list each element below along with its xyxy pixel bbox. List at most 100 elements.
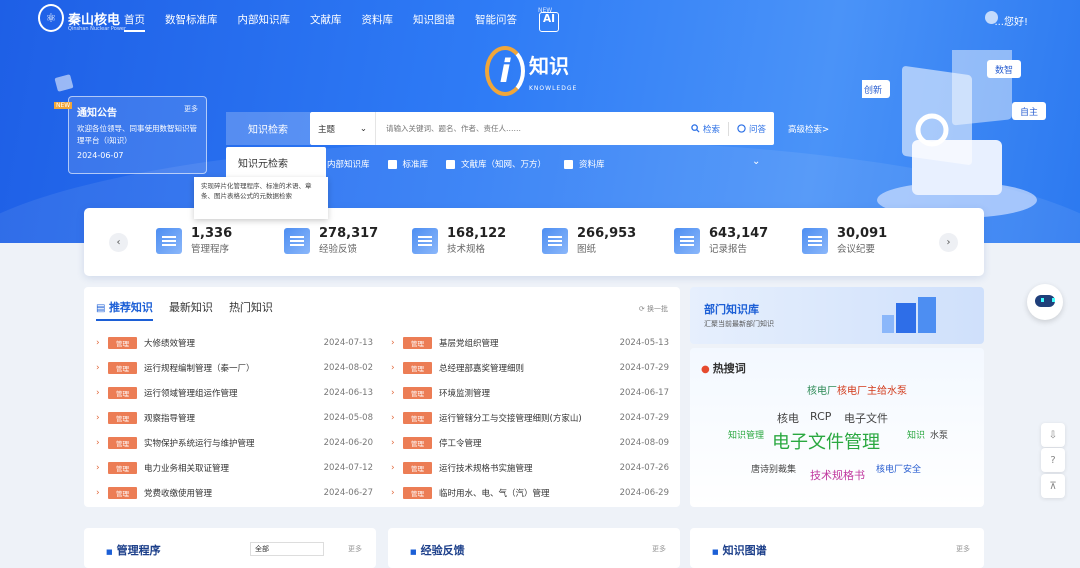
advanced-search-link[interactable]: 高级检索> [788, 123, 829, 135]
nav-standards[interactable]: 数智标准库 [165, 12, 218, 32]
illus-label-2: 创新 [864, 84, 882, 96]
filter-literature[interactable]: 文献库（知网、万方） [446, 158, 546, 170]
procedure-panel: 管理程序 全部 更多 [84, 528, 376, 568]
search-button-label: 检索 [702, 124, 720, 135]
dept-title: 部门知识库 [704, 303, 759, 316]
stat-item[interactable]: 30,091 会议纪要 [802, 226, 887, 255]
brand-logo[interactable]: ⚛ 秦山核电 Qinshan Nuclear Power [38, 4, 126, 32]
filter-materials[interactable]: 资料库 [564, 158, 605, 170]
nav-literature[interactable]: 文献库 [310, 12, 342, 32]
nav-home[interactable]: 首页 [124, 12, 145, 32]
knowledge-item[interactable]: › 管理 大修绩效管理 2024-07-13 [96, 330, 373, 355]
hot-word[interactable]: 知识管理 [728, 428, 764, 441]
stat-label: 管理程序 [191, 244, 230, 255]
stat-label: 会议纪要 [837, 244, 876, 255]
ask-button[interactable]: 问答 [729, 123, 774, 135]
refresh-button[interactable]: ⟳ 换一批 [639, 304, 668, 314]
knowledge-item[interactable]: › 管理 临时用水、电、气（汽）管理 2024-06-29 [391, 480, 669, 505]
spec-icon [412, 227, 438, 254]
nav-internal[interactable]: 内部知识库 [238, 12, 291, 32]
hot-word[interactable]: 唐诗别裁集 [751, 462, 796, 475]
stat-item[interactable]: 278,317 经验反馈 [284, 226, 378, 255]
refresh-icon: ⟳ [638, 305, 647, 313]
tab-popular[interactable]: 热门知识 [229, 299, 273, 321]
search-button[interactable]: 检索 [683, 123, 728, 135]
knowledge-title: 运行规程编制管理（秦一厂） [144, 363, 255, 374]
knowledge-item[interactable]: › 管理 环境监测管理 2024-06-17 [391, 380, 669, 405]
nav-materials[interactable]: 资料库 [362, 12, 394, 32]
category-tag: 管理 [403, 436, 432, 449]
knowledge-item[interactable]: › 管理 电力业务相关取证管理 2024-07-12 [96, 455, 373, 480]
chevron-right-icon[interactable]: › [939, 233, 958, 252]
knowledge-item[interactable]: › 管理 实物保护系统运行与维护管理 2024-06-20 [96, 430, 373, 455]
stat-item[interactable]: 643,147 记录报告 [674, 226, 768, 255]
hot-word[interactable]: 核电厂核电厂主给水泵 [807, 382, 907, 397]
dept-knowledge-card[interactable]: 部门知识库 汇聚当前最新部门知识 [690, 287, 984, 344]
stat-label: 技术规格 [447, 244, 486, 255]
chart-icon [284, 227, 310, 254]
illus-label-3: 自主 [1020, 106, 1038, 118]
hot-search-panel: 热搜词 核电厂核电厂主给水泵 核电 RCP 电子文件 知识管理 电子文件管理 知… [690, 348, 984, 507]
stat-value: 266,953 [577, 226, 637, 241]
search-type-value: 主题 [318, 124, 336, 135]
hot-word[interactable]: 核电厂安全 [876, 462, 921, 475]
tab-element-search[interactable]: 知识元检索 [226, 147, 326, 177]
knowledge-date: 2024-07-29 [619, 362, 669, 373]
knowledge-item[interactable]: › 管理 运行技术规格书实施管理 2024-07-26 [391, 455, 669, 480]
search-type-select[interactable]: 主题 ⌄ [310, 112, 376, 145]
help-icon[interactable]: ? [1041, 448, 1065, 472]
knowledge-item[interactable]: › 管理 运行管辖分工与交接管理细则(方家山) 2024-07-29 [391, 405, 669, 430]
filter-standards[interactable]: 标准库 [387, 158, 428, 170]
back-to-top-icon[interactable]: ⊼ [1041, 474, 1065, 498]
search-input[interactable] [376, 124, 683, 133]
nav-graph[interactable]: 知识图谱 [413, 12, 455, 32]
notice-card[interactable]: 通知公告 更多 欢迎各位领导、同事使用数智知识管理平台（i知识） 2024-06-… [68, 96, 207, 174]
search-bar: 主题 ⌄ 检索 问答 [310, 112, 774, 145]
logo-text: 秦山核电 [68, 12, 121, 28]
knowledge-item[interactable]: › 管理 停工令管理 2024-08-09 [391, 430, 669, 455]
knowledge-item[interactable]: › 管理 运行规程编制管理（秦一厂） 2024-08-02 [96, 355, 373, 380]
notice-more-link[interactable]: 更多 [184, 104, 198, 119]
chevron-right-icon: › [391, 337, 395, 348]
knowledge-date: 2024-07-26 [619, 462, 669, 473]
graph-more-link[interactable]: 更多 [956, 544, 970, 554]
hot-word[interactable]: 核电 [777, 410, 799, 426]
knowledge-date: 2024-06-17 [619, 387, 669, 398]
procedure-more-link[interactable]: 更多 [348, 544, 362, 554]
hot-word[interactable]: 技术规格书 [810, 467, 865, 483]
chevron-right-icon: › [96, 412, 100, 423]
chevron-right-icon: › [96, 387, 100, 398]
hot-word[interactable]: 知识 [907, 428, 925, 441]
expand-filters-icon[interactable]: ⌄ [752, 156, 760, 167]
hot-word[interactable]: RCP [810, 410, 831, 423]
hot-word[interactable]: 电子文件 [844, 410, 888, 426]
assistant-robot-icon[interactable] [1027, 284, 1063, 320]
download-icon[interactable]: ⇩ [1041, 423, 1065, 447]
ai-new-badge: NEW [538, 7, 553, 14]
knowledge-item[interactable]: › 管理 基层党组织管理 2024-05-13 [391, 330, 669, 355]
hot-word[interactable]: 电子文件管理 [772, 428, 880, 454]
search-icon [691, 124, 700, 133]
stat-item[interactable]: 266,953 图纸 [542, 226, 636, 255]
refresh-label: 换一批 [647, 305, 668, 313]
nav-ai-button[interactable]: AI [539, 12, 560, 32]
knowledge-item[interactable]: › 管理 党费收缴使用管理 2024-06-27 [96, 480, 373, 505]
knowledge-item[interactable]: › 管理 总经理部嘉奖管理细则 2024-07-29 [391, 355, 669, 380]
knowledge-title: 运行技术规格书实施管理 [439, 463, 533, 474]
stat-item[interactable]: 1,336 管理程序 [156, 226, 232, 255]
feedback-more-link[interactable]: 更多 [652, 544, 666, 554]
user-greeting[interactable]: ...您好! [994, 13, 1028, 28]
procedure-filter-select[interactable]: 全部 [250, 542, 324, 556]
knowledge-list-left: › 管理 大修绩效管理 2024-07-13 › 管理 运行规程编制管理（秦一厂） 2024-… [96, 330, 373, 505]
knowledge-item[interactable]: › 管理 观察指导管理 2024-05-08 [96, 405, 373, 430]
tab-latest[interactable]: 最新知识 [169, 299, 213, 321]
chevron-right-icon: › [391, 387, 395, 398]
tab-recommended[interactable]: 推荐知识 [96, 299, 153, 321]
category-tag: 管理 [403, 386, 432, 399]
tab-knowledge-search[interactable]: 知识检索 [226, 112, 310, 145]
nav-qa[interactable]: 智能问答 [475, 12, 517, 32]
chevron-left-icon[interactable]: ‹ [109, 233, 128, 252]
hot-word[interactable]: 水泵 [930, 428, 948, 441]
knowledge-item[interactable]: › 管理 运行领域管理组运作管理 2024-06-13 [96, 380, 373, 405]
stat-item[interactable]: 168,122 技术规格 [412, 226, 506, 255]
